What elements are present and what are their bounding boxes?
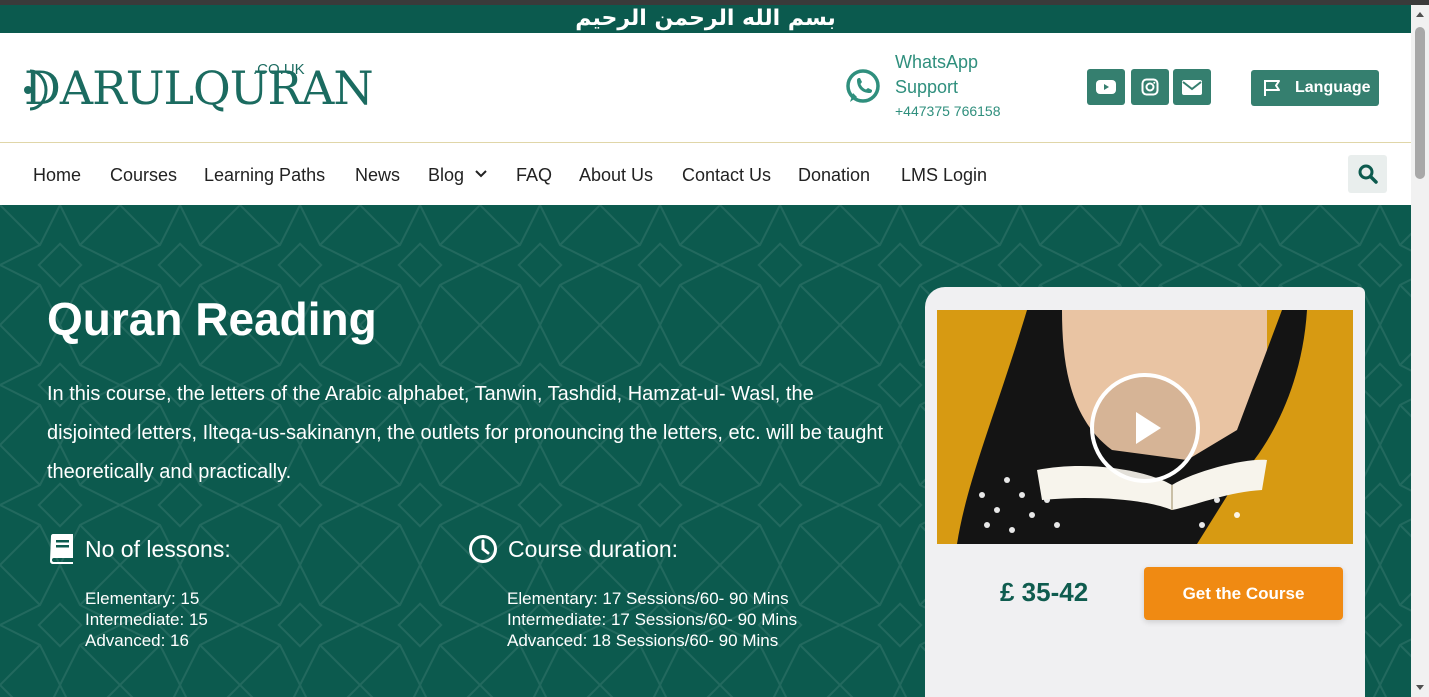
lessons-heading: No of lessons: [47, 531, 231, 567]
youtube-button[interactable] [1087, 69, 1125, 105]
scroll-down-arrow-icon[interactable] [1416, 685, 1424, 690]
nav-item-contact-us[interactable]: Contact Us [682, 164, 771, 186]
nav-item-news[interactable]: News [355, 164, 400, 186]
duration-list: Elementary: 17 Sessions/60- 90 Mins Inte… [507, 588, 797, 651]
nav-item-learning-paths[interactable]: Learning Paths [204, 164, 325, 186]
nav-item-lms-login[interactable]: LMS Login [901, 164, 987, 186]
logo-domain-suffix: .CO.UK [253, 61, 305, 78]
bismillah-calligraphy: بسم الله الرحمن الرحيم [575, 6, 836, 31]
lessons-heading-text: No of lessons: [85, 536, 231, 562]
search-button[interactable] [1348, 155, 1387, 193]
list-item: Intermediate: 17 Sessions/60- 90 Mins [507, 610, 798, 629]
course-price: £ 35-42 [1000, 577, 1089, 607]
site-logo[interactable]: DARULQURAN .CO.UK [22, 61, 374, 119]
nav-item-donation[interactable]: Donation [798, 164, 870, 186]
instagram-button[interactable] [1131, 69, 1169, 105]
list-item: Elementary: 15 [85, 589, 200, 608]
whatsapp-icon [846, 69, 880, 103]
lessons-list: Elementary: 15 Intermediate: 15 Advanced… [85, 588, 208, 651]
site-header: DARULQURAN .CO.UK WhatsApp Support +4473… [0, 33, 1411, 143]
search-icon [1358, 164, 1378, 184]
flag-icon [1264, 80, 1280, 96]
envelope-icon [1182, 79, 1202, 95]
language-button[interactable]: Language [1251, 70, 1379, 106]
course-hero: Quran Reading In this course, the letter… [0, 205, 1411, 697]
list-item: Advanced: 18 Sessions/60- 90 Mins [507, 631, 779, 650]
instagram-icon [1141, 78, 1159, 96]
whatsapp-title: WhatsApp Support [895, 52, 979, 97]
logo-text: DARULQURAN [24, 61, 374, 115]
email-button[interactable] [1173, 69, 1211, 105]
list-item: Advanced: 16 [85, 631, 189, 650]
youtube-icon [1096, 80, 1116, 94]
whatsapp-phone: +447375 766158 [895, 103, 1001, 119]
chevron-down-icon[interactable] [475, 170, 487, 178]
nav-item-about-us[interactable]: About Us [579, 164, 653, 186]
list-item: Intermediate: 15 [85, 610, 208, 629]
nav-item-courses[interactable]: Courses [110, 164, 177, 186]
page-scrollbar[interactable] [1411, 5, 1429, 697]
main-nav: Home Courses Learning Paths News Blog FA… [0, 144, 1411, 205]
whatsapp-support[interactable]: WhatsApp Support +447375 766158 [843, 50, 1023, 124]
language-label: Language [1295, 79, 1371, 96]
video-thumbnail-image [937, 310, 1353, 544]
list-item: Elementary: 17 Sessions/60- 90 Mins [507, 589, 789, 608]
nav-item-home[interactable]: Home [33, 164, 81, 186]
get-course-button[interactable]: Get the Course [1144, 567, 1343, 620]
course-card: £ 35-42 Get the Course [925, 287, 1365, 697]
top-banner: بسم الله الرحمن الرحيم [0, 5, 1411, 33]
course-video[interactable] [937, 310, 1353, 544]
page: بسم الله الرحمن الرحيم DARULQURAN .CO.UK… [0, 0, 1429, 697]
book-icon [50, 534, 73, 564]
duration-heading-text: Course duration: [508, 536, 679, 562]
course-title: Quran Reading [47, 293, 377, 345]
nav-item-blog[interactable]: Blog [428, 164, 464, 186]
clock-icon [469, 535, 497, 563]
course-description: In this course, the letters of the Arabi… [47, 383, 884, 483]
scroll-up-arrow-icon[interactable] [1416, 12, 1424, 17]
nav-item-faq[interactable]: FAQ [516, 164, 552, 186]
duration-heading: Course duration: [468, 531, 678, 567]
scrollbar-thumb[interactable] [1415, 27, 1425, 179]
